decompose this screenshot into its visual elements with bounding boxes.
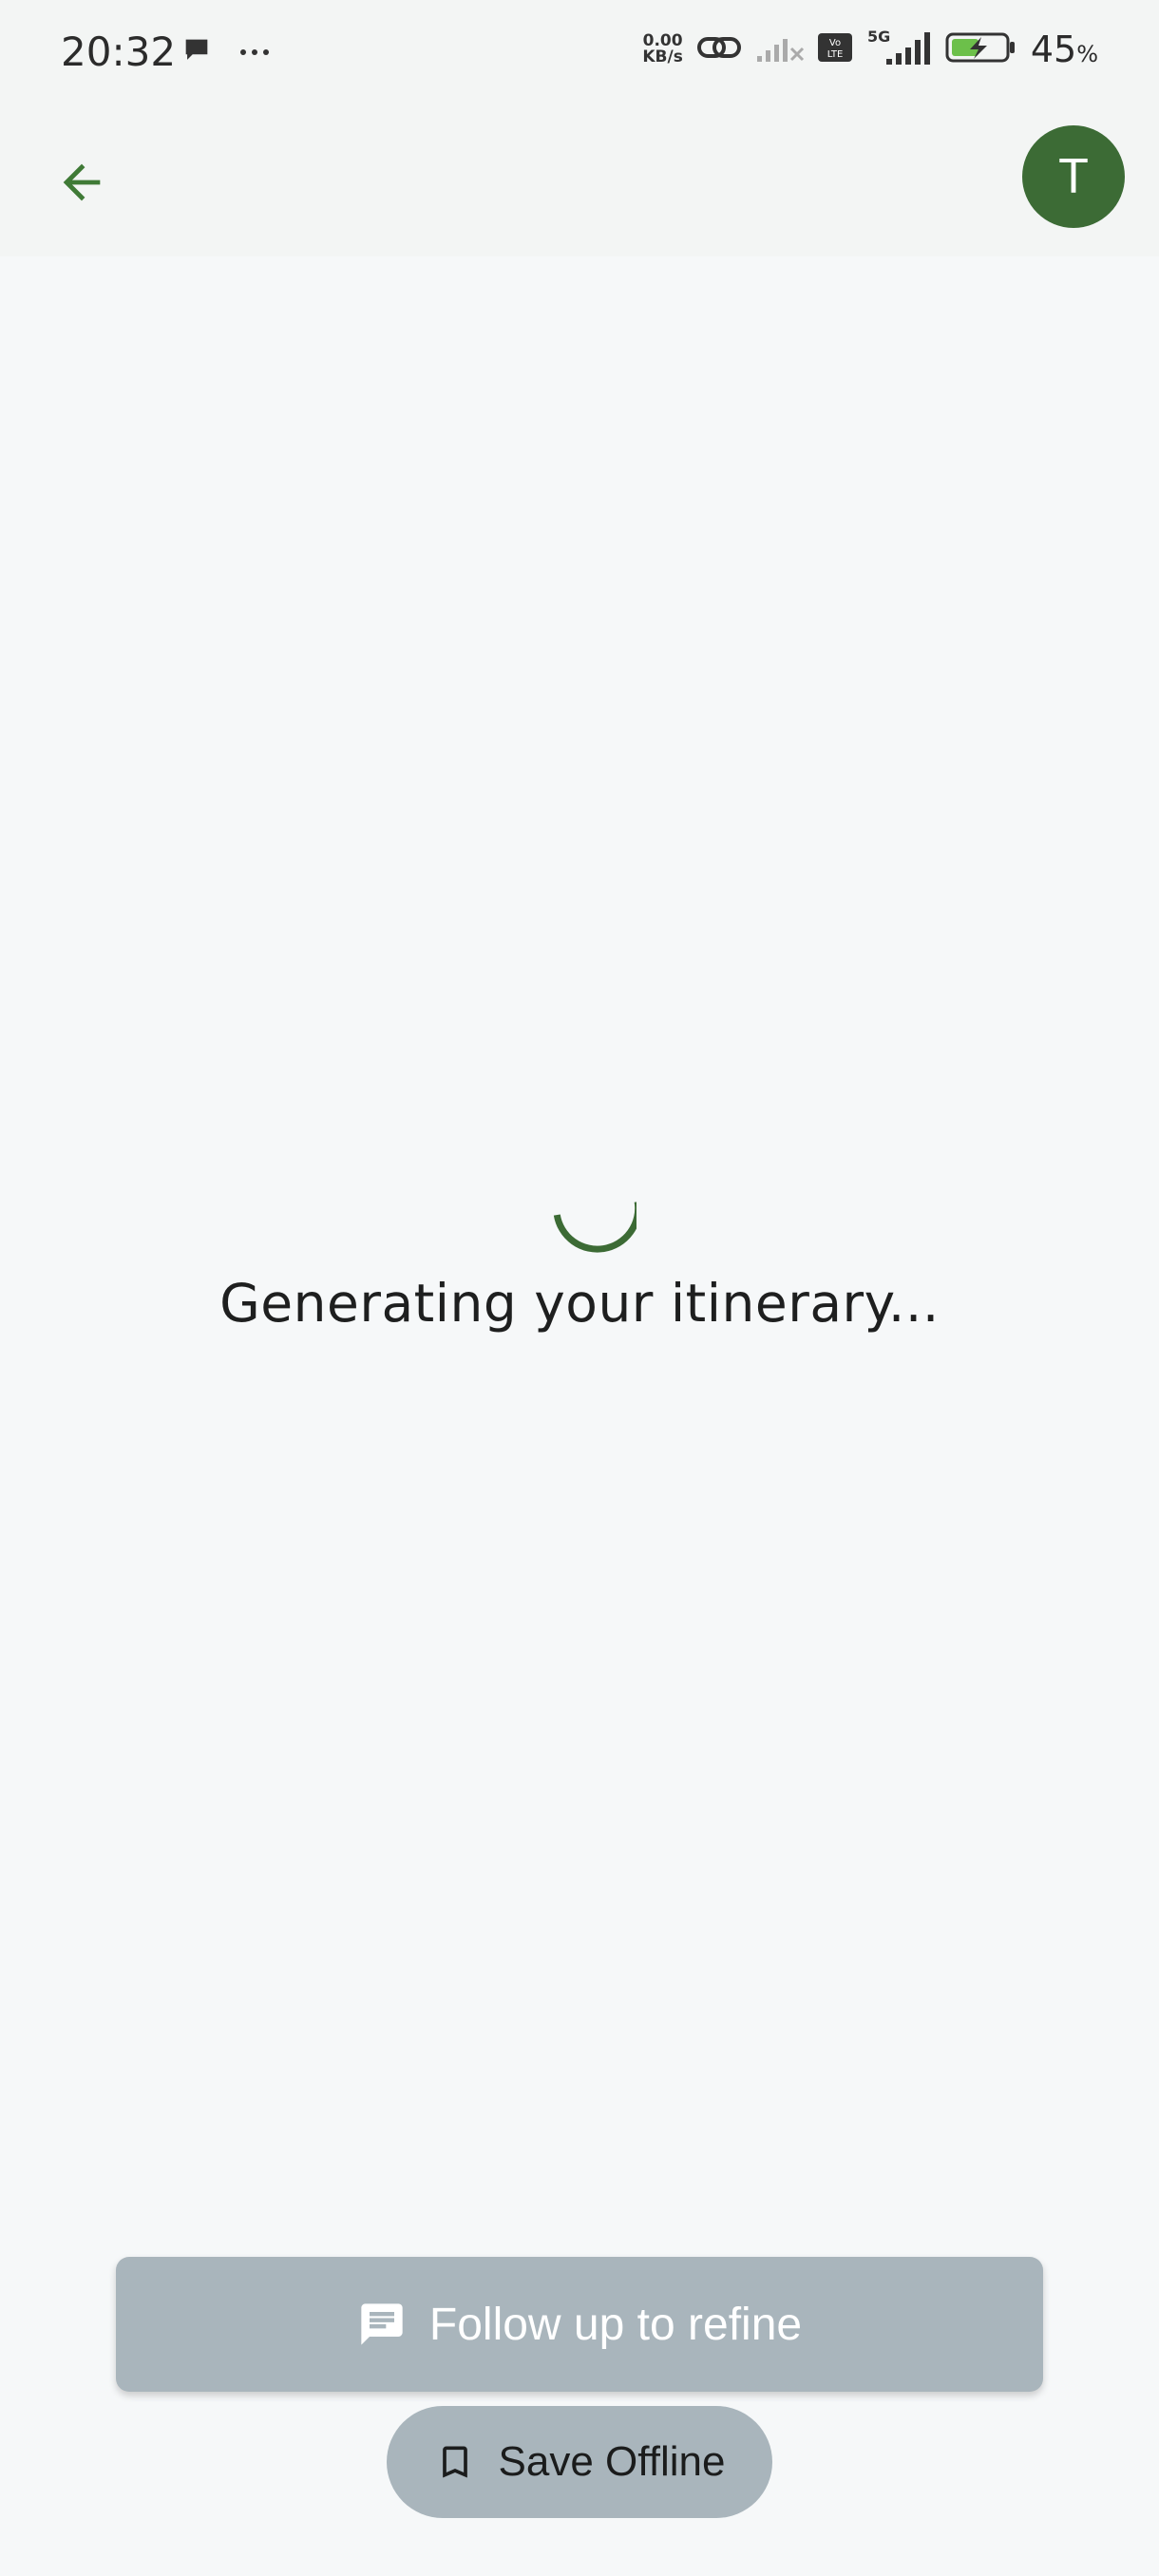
- back-button[interactable]: [42, 142, 122, 222]
- follow-up-button[interactable]: Follow up to refine: [116, 2257, 1043, 2392]
- avatar[interactable]: T: [1022, 125, 1125, 228]
- battery-charging-icon: [945, 31, 1017, 67]
- net-speed-unit: KB/s: [642, 47, 683, 66]
- status-left-icons: [180, 34, 272, 70]
- status-right: 0.00 KB/s Vo LTE 5G 45%: [642, 28, 1098, 70]
- network-label: 5G: [867, 28, 890, 46]
- arrow-left-icon: [63, 163, 101, 201]
- net-speed: 0.00 KB/s: [642, 33, 682, 66]
- bookmark-icon: [442, 2446, 467, 2478]
- more-dots-icon: [238, 44, 272, 62]
- volte-icon: Vo LTE: [817, 31, 852, 67]
- svg-text:LTE: LTE: [827, 49, 844, 60]
- follow-up-label: Follow up to refine: [428, 2299, 803, 2350]
- status-time: 20:32: [61, 28, 177, 75]
- loading-spinner-icon: [553, 1201, 636, 1253]
- loading-text: Generating your itinerary...: [219, 1273, 940, 1334]
- main-content: Generating your itinerary...: [0, 256, 1159, 2576]
- signal-icon: 5G: [865, 28, 932, 70]
- link-icon: [696, 31, 742, 67]
- message-icon: [361, 2303, 403, 2345]
- save-offline-button[interactable]: Save Offline: [387, 2406, 772, 2518]
- signal-off-icon: [755, 31, 805, 67]
- svg-text:Vo: Vo: [829, 38, 841, 48]
- status-bar: 20:32 0.00 KB/s Vo LTE 5G 45%: [0, 0, 1159, 110]
- app-bar: T: [0, 110, 1159, 256]
- save-offline-label: Save Offline: [498, 2438, 726, 2485]
- battery-percent: 45%: [1030, 28, 1098, 70]
- chat-bubble-icon: [180, 34, 213, 70]
